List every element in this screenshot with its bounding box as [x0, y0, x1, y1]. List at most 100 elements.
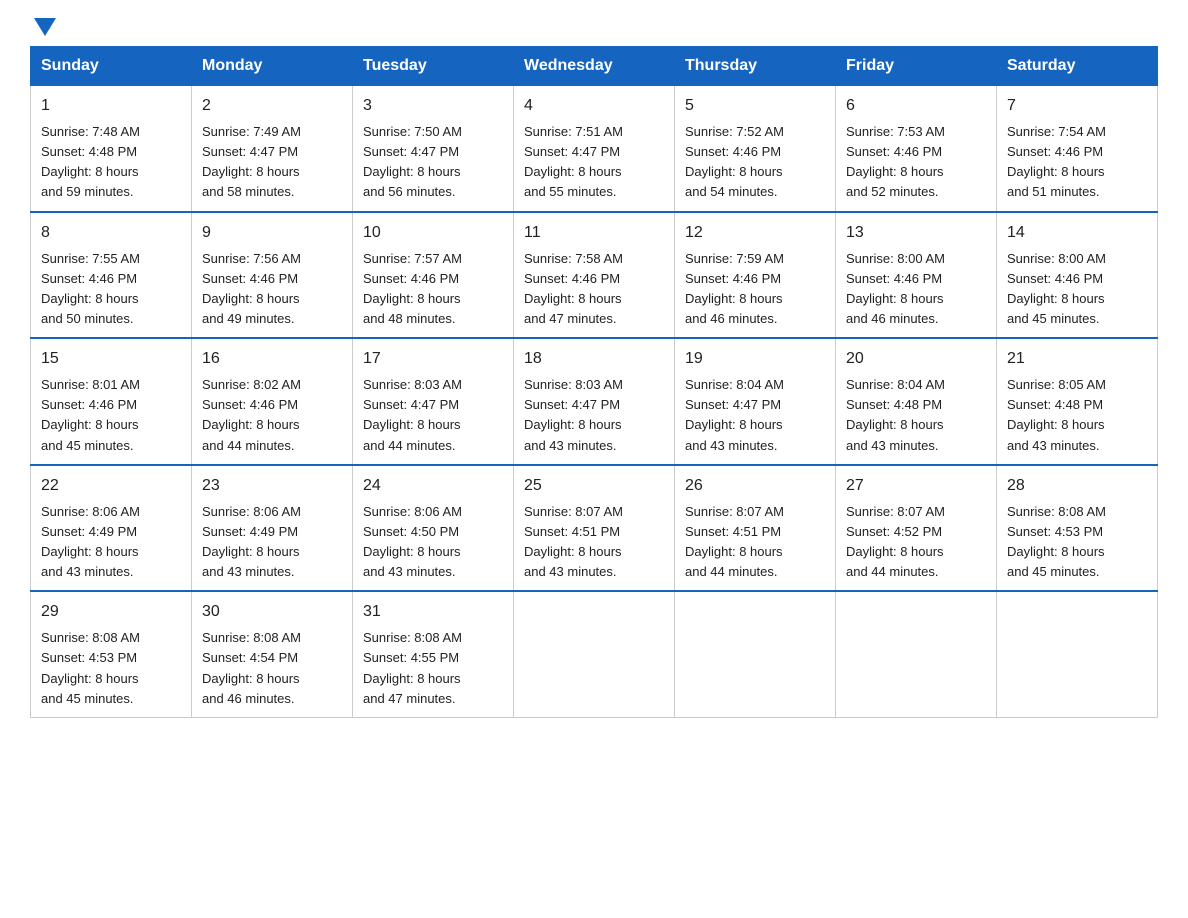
day-info: Sunrise: 8:07 AMSunset: 4:51 PMDaylight:… [524, 504, 623, 579]
calendar-day-9: 9 Sunrise: 7:56 AMSunset: 4:46 PMDayligh… [192, 212, 353, 339]
calendar-day-30: 30 Sunrise: 8:08 AMSunset: 4:54 PMDaylig… [192, 591, 353, 717]
day-number: 22 [41, 474, 181, 498]
day-number: 27 [846, 474, 986, 498]
day-info: Sunrise: 7:54 AMSunset: 4:46 PMDaylight:… [1007, 124, 1106, 199]
day-header-wednesday: Wednesday [514, 47, 675, 86]
calendar-day-17: 17 Sunrise: 8:03 AMSunset: 4:47 PMDaylig… [353, 338, 514, 465]
day-number: 12 [685, 221, 825, 245]
day-info: Sunrise: 7:49 AMSunset: 4:47 PMDaylight:… [202, 124, 301, 199]
day-info: Sunrise: 8:06 AMSunset: 4:50 PMDaylight:… [363, 504, 462, 579]
day-number: 7 [1007, 94, 1147, 118]
calendar-day-31: 31 Sunrise: 8:08 AMSunset: 4:55 PMDaylig… [353, 591, 514, 717]
day-info: Sunrise: 8:00 AMSunset: 4:46 PMDaylight:… [1007, 251, 1106, 326]
day-info: Sunrise: 8:08 AMSunset: 4:53 PMDaylight:… [1007, 504, 1106, 579]
calendar-week-5: 29 Sunrise: 8:08 AMSunset: 4:53 PMDaylig… [31, 591, 1158, 717]
day-info: Sunrise: 7:53 AMSunset: 4:46 PMDaylight:… [846, 124, 945, 199]
day-number: 31 [363, 600, 503, 624]
calendar-day-13: 13 Sunrise: 8:00 AMSunset: 4:46 PMDaylig… [836, 212, 997, 339]
day-number: 10 [363, 221, 503, 245]
logo [30, 20, 56, 36]
day-number: 16 [202, 347, 342, 371]
day-info: Sunrise: 8:05 AMSunset: 4:48 PMDaylight:… [1007, 377, 1106, 452]
day-info: Sunrise: 8:01 AMSunset: 4:46 PMDaylight:… [41, 377, 140, 452]
day-number: 11 [524, 221, 664, 245]
day-number: 19 [685, 347, 825, 371]
day-number: 30 [202, 600, 342, 624]
day-number: 5 [685, 94, 825, 118]
day-number: 28 [1007, 474, 1147, 498]
day-number: 23 [202, 474, 342, 498]
calendar-day-6: 6 Sunrise: 7:53 AMSunset: 4:46 PMDayligh… [836, 86, 997, 212]
day-number: 14 [1007, 221, 1147, 245]
calendar-day-12: 12 Sunrise: 7:59 AMSunset: 4:46 PMDaylig… [675, 212, 836, 339]
day-number: 26 [685, 474, 825, 498]
day-info: Sunrise: 8:02 AMSunset: 4:46 PMDaylight:… [202, 377, 301, 452]
day-info: Sunrise: 8:04 AMSunset: 4:47 PMDaylight:… [685, 377, 784, 452]
calendar-day-2: 2 Sunrise: 7:49 AMSunset: 4:47 PMDayligh… [192, 86, 353, 212]
day-number: 2 [202, 94, 342, 118]
day-info: Sunrise: 8:03 AMSunset: 4:47 PMDaylight:… [524, 377, 623, 452]
logo-arrow-icon [34, 18, 56, 36]
day-number: 8 [41, 221, 181, 245]
day-info: Sunrise: 8:07 AMSunset: 4:52 PMDaylight:… [846, 504, 945, 579]
calendar-day-14: 14 Sunrise: 8:00 AMSunset: 4:46 PMDaylig… [997, 212, 1158, 339]
day-info: Sunrise: 8:06 AMSunset: 4:49 PMDaylight:… [202, 504, 301, 579]
calendar-day-28: 28 Sunrise: 8:08 AMSunset: 4:53 PMDaylig… [997, 465, 1158, 592]
day-info: Sunrise: 7:52 AMSunset: 4:46 PMDaylight:… [685, 124, 784, 199]
empty-cell [514, 591, 675, 717]
calendar-day-3: 3 Sunrise: 7:50 AMSunset: 4:47 PMDayligh… [353, 86, 514, 212]
day-number: 3 [363, 94, 503, 118]
day-number: 15 [41, 347, 181, 371]
day-header-saturday: Saturday [997, 47, 1158, 86]
calendar-day-22: 22 Sunrise: 8:06 AMSunset: 4:49 PMDaylig… [31, 465, 192, 592]
calendar-day-7: 7 Sunrise: 7:54 AMSunset: 4:46 PMDayligh… [997, 86, 1158, 212]
day-header-thursday: Thursday [675, 47, 836, 86]
day-number: 25 [524, 474, 664, 498]
calendar-day-23: 23 Sunrise: 8:06 AMSunset: 4:49 PMDaylig… [192, 465, 353, 592]
day-number: 17 [363, 347, 503, 371]
calendar-day-20: 20 Sunrise: 8:04 AMSunset: 4:48 PMDaylig… [836, 338, 997, 465]
day-info: Sunrise: 8:07 AMSunset: 4:51 PMDaylight:… [685, 504, 784, 579]
day-number: 13 [846, 221, 986, 245]
calendar-day-16: 16 Sunrise: 8:02 AMSunset: 4:46 PMDaylig… [192, 338, 353, 465]
day-number: 18 [524, 347, 664, 371]
day-info: Sunrise: 8:08 AMSunset: 4:53 PMDaylight:… [41, 630, 140, 705]
day-info: Sunrise: 7:57 AMSunset: 4:46 PMDaylight:… [363, 251, 462, 326]
calendar-week-2: 8 Sunrise: 7:55 AMSunset: 4:46 PMDayligh… [31, 212, 1158, 339]
day-number: 1 [41, 94, 181, 118]
day-info: Sunrise: 7:51 AMSunset: 4:47 PMDaylight:… [524, 124, 623, 199]
calendar-day-15: 15 Sunrise: 8:01 AMSunset: 4:46 PMDaylig… [31, 338, 192, 465]
day-info: Sunrise: 8:08 AMSunset: 4:54 PMDaylight:… [202, 630, 301, 705]
day-header-tuesday: Tuesday [353, 47, 514, 86]
calendar-day-25: 25 Sunrise: 8:07 AMSunset: 4:51 PMDaylig… [514, 465, 675, 592]
logo-text [30, 20, 56, 36]
day-number: 21 [1007, 347, 1147, 371]
day-header-friday: Friday [836, 47, 997, 86]
day-info: Sunrise: 7:58 AMSunset: 4:46 PMDaylight:… [524, 251, 623, 326]
calendar-day-21: 21 Sunrise: 8:05 AMSunset: 4:48 PMDaylig… [997, 338, 1158, 465]
calendar-day-4: 4 Sunrise: 7:51 AMSunset: 4:47 PMDayligh… [514, 86, 675, 212]
calendar-day-26: 26 Sunrise: 8:07 AMSunset: 4:51 PMDaylig… [675, 465, 836, 592]
day-info: Sunrise: 8:00 AMSunset: 4:46 PMDaylight:… [846, 251, 945, 326]
empty-cell [997, 591, 1158, 717]
calendar-day-27: 27 Sunrise: 8:07 AMSunset: 4:52 PMDaylig… [836, 465, 997, 592]
day-info: Sunrise: 8:03 AMSunset: 4:47 PMDaylight:… [363, 377, 462, 452]
calendar-day-10: 10 Sunrise: 7:57 AMSunset: 4:46 PMDaylig… [353, 212, 514, 339]
day-info: Sunrise: 7:56 AMSunset: 4:46 PMDaylight:… [202, 251, 301, 326]
calendar-table: SundayMondayTuesdayWednesdayThursdayFrid… [30, 46, 1158, 718]
calendar-week-4: 22 Sunrise: 8:06 AMSunset: 4:49 PMDaylig… [31, 465, 1158, 592]
empty-cell [675, 591, 836, 717]
day-number: 20 [846, 347, 986, 371]
day-info: Sunrise: 8:08 AMSunset: 4:55 PMDaylight:… [363, 630, 462, 705]
calendar-day-18: 18 Sunrise: 8:03 AMSunset: 4:47 PMDaylig… [514, 338, 675, 465]
day-number: 4 [524, 94, 664, 118]
calendar-day-24: 24 Sunrise: 8:06 AMSunset: 4:50 PMDaylig… [353, 465, 514, 592]
day-header-sunday: Sunday [31, 47, 192, 86]
calendar-week-3: 15 Sunrise: 8:01 AMSunset: 4:46 PMDaylig… [31, 338, 1158, 465]
page-header [30, 20, 1158, 36]
day-header-monday: Monday [192, 47, 353, 86]
calendar-day-5: 5 Sunrise: 7:52 AMSunset: 4:46 PMDayligh… [675, 86, 836, 212]
calendar-day-8: 8 Sunrise: 7:55 AMSunset: 4:46 PMDayligh… [31, 212, 192, 339]
day-number: 9 [202, 221, 342, 245]
day-number: 6 [846, 94, 986, 118]
